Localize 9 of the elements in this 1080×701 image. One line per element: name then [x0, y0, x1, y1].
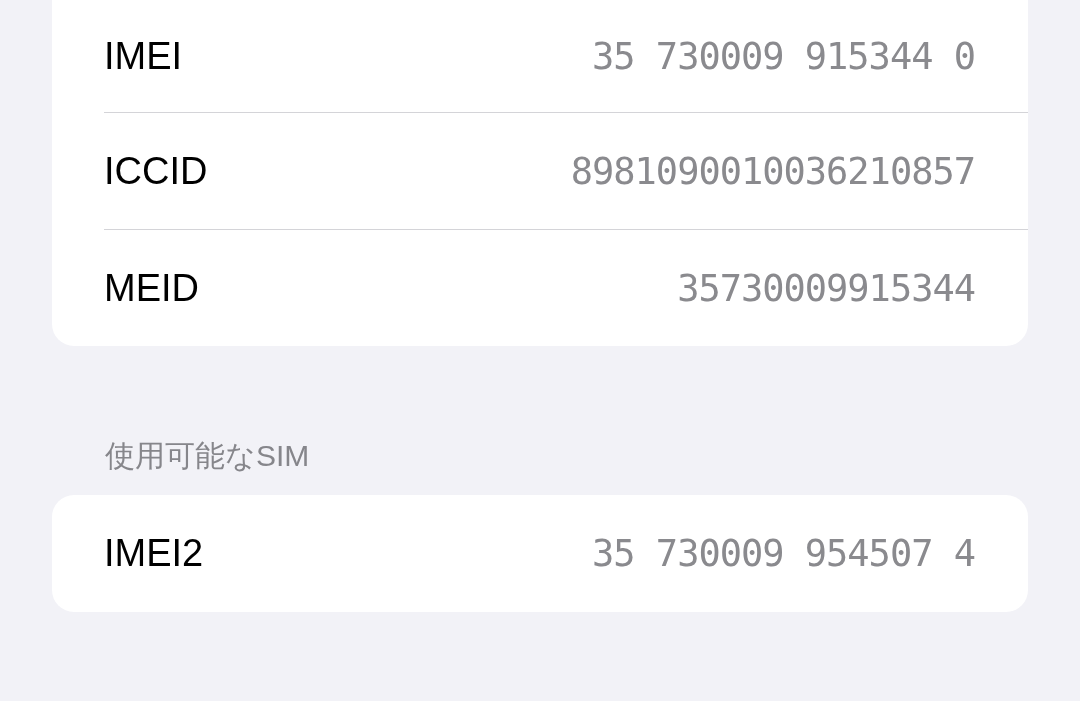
- row-label: IMEI2: [104, 532, 204, 575]
- row-value: 35 730009 954507 4: [592, 532, 975, 575]
- row-value: 35 730009 915344 0: [592, 34, 975, 78]
- row-label: ICCID: [104, 149, 208, 193]
- section-header: 使用可能なSIM: [105, 439, 310, 472]
- row-label: MEID: [104, 266, 199, 310]
- row-label: IMEI: [104, 34, 183, 78]
- row-value: 8981090010036210857: [570, 149, 975, 193]
- row-value: 35730009915344: [677, 266, 975, 310]
